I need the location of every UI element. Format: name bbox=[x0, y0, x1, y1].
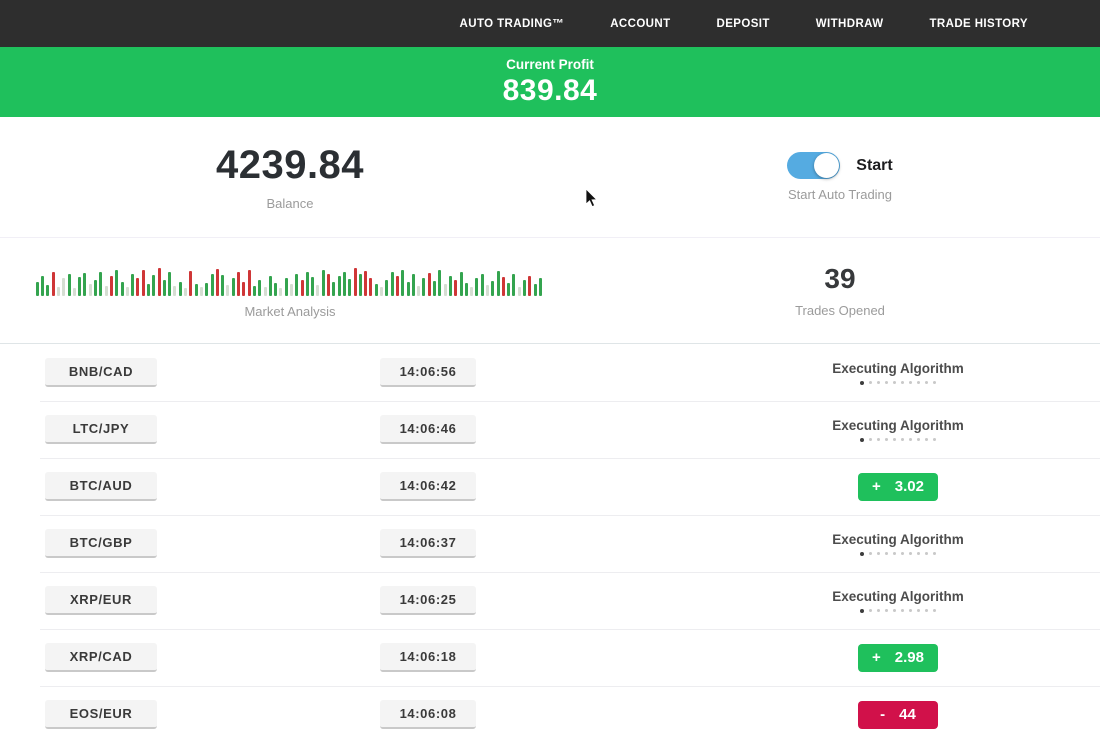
loss-badge: - 44 bbox=[858, 701, 938, 729]
loss-amount: 44 bbox=[899, 706, 916, 723]
table-row: LTC/JPY 14:06:46 Executing Algorithm bbox=[0, 401, 1100, 458]
status-cell: Executing Algorithm bbox=[798, 418, 998, 442]
loading-dots bbox=[858, 381, 939, 385]
executing-label: Executing Algorithm bbox=[832, 532, 964, 547]
trades-opened-label: Trades Opened bbox=[795, 303, 885, 318]
time-chip: 14:06:46 bbox=[380, 415, 476, 444]
loss-sign: - bbox=[880, 706, 885, 723]
profit-sign: + bbox=[872, 478, 881, 495]
top-nav: AUTO TRADING™ ACCOUNT DEPOSIT WITHDRAW T… bbox=[0, 0, 1100, 47]
nav-deposit[interactable]: DEPOSIT bbox=[717, 18, 770, 30]
loading-dots bbox=[858, 552, 939, 556]
current-profit-value: 839.84 bbox=[503, 74, 598, 108]
pair-chip: XRP/CAD bbox=[45, 643, 157, 672]
balance-value: 4239.84 bbox=[216, 143, 364, 188]
time-chip: 14:06:08 bbox=[380, 700, 476, 729]
current-profit-label: Current Profit bbox=[506, 57, 594, 72]
status-cell: Executing Algorithm bbox=[798, 361, 998, 385]
pair-chip: EOS/EUR bbox=[45, 700, 157, 729]
time-chip: 14:06:42 bbox=[380, 472, 476, 501]
table-row: XRP/CAD 14:06:18 + 2.98 bbox=[0, 629, 1100, 686]
status-cell: Executing Algorithm bbox=[798, 589, 998, 613]
profit-badge: + 3.02 bbox=[858, 473, 938, 501]
executing-label: Executing Algorithm bbox=[832, 589, 964, 604]
start-auto-trading-caption: Start Auto Trading bbox=[788, 187, 892, 202]
executing-label: Executing Algorithm bbox=[832, 361, 964, 376]
table-row: XRP/EUR 14:06:25 Executing Algorithm bbox=[0, 572, 1100, 629]
table-row: BTC/GBP 14:06:37 Executing Algorithm bbox=[0, 515, 1100, 572]
pair-chip: BTC/GBP bbox=[45, 529, 157, 558]
nav-account[interactable]: ACCOUNT bbox=[610, 18, 670, 30]
table-row: BTC/AUD 14:06:42 + 3.02 bbox=[0, 458, 1100, 515]
start-toggle-label: Start bbox=[856, 157, 892, 175]
status-cell: + 3.02 bbox=[798, 473, 998, 501]
balance-label: Balance bbox=[267, 196, 314, 211]
trades-opened-block: 39 Trades Opened bbox=[580, 238, 1100, 343]
market-analysis-chart bbox=[36, 262, 545, 296]
auto-trading-toggle-block: Start Start Auto Trading bbox=[580, 117, 1100, 237]
pair-chip: XRP/EUR bbox=[45, 586, 157, 615]
trades-opened-value: 39 bbox=[824, 263, 855, 295]
profit-amount: 2.98 bbox=[895, 649, 924, 666]
pair-chip: BNB/CAD bbox=[45, 358, 157, 387]
stats-row-top: 4239.84 Balance Start Start Auto Trading bbox=[0, 117, 1100, 237]
table-row: BNB/CAD 14:06:56 Executing Algorithm bbox=[0, 344, 1100, 401]
nav-auto-trading[interactable]: AUTO TRADING™ bbox=[460, 18, 565, 30]
auto-trading-page: AUTO TRADING™ ACCOUNT DEPOSIT WITHDRAW T… bbox=[0, 0, 1100, 742]
market-analysis-block: Market Analysis bbox=[0, 238, 580, 343]
executing-label: Executing Algorithm bbox=[832, 418, 964, 433]
table-row: EOS/EUR 14:06:08 - 44 bbox=[0, 686, 1100, 742]
pair-chip: BTC/AUD bbox=[45, 472, 157, 501]
time-chip: 14:06:25 bbox=[380, 586, 476, 615]
toggle-knob bbox=[814, 153, 839, 178]
balance-block: 4239.84 Balance bbox=[0, 117, 580, 237]
trades-table: BNB/CAD 14:06:56 Executing Algorithm LTC… bbox=[0, 343, 1100, 742]
current-profit-banner: Current Profit 839.84 bbox=[0, 47, 1100, 117]
loading-dots bbox=[858, 438, 939, 442]
nav-withdraw[interactable]: WITHDRAW bbox=[816, 18, 884, 30]
status-cell: - 44 bbox=[798, 701, 998, 729]
market-analysis-label: Market Analysis bbox=[244, 304, 335, 319]
start-toggle[interactable] bbox=[787, 152, 840, 179]
profit-badge: + 2.98 bbox=[858, 644, 938, 672]
time-chip: 14:06:37 bbox=[380, 529, 476, 558]
time-chip: 14:06:18 bbox=[380, 643, 476, 672]
loading-dots bbox=[858, 609, 939, 613]
profit-sign: + bbox=[872, 649, 881, 666]
status-cell: Executing Algorithm bbox=[798, 532, 998, 556]
time-chip: 14:06:56 bbox=[380, 358, 476, 387]
nav-trade-history[interactable]: TRADE HISTORY bbox=[930, 18, 1029, 30]
stats-row-bottom: Market Analysis 39 Trades Opened bbox=[0, 237, 1100, 343]
pair-chip: LTC/JPY bbox=[45, 415, 157, 444]
status-cell: + 2.98 bbox=[798, 644, 998, 672]
profit-amount: 3.02 bbox=[895, 478, 924, 495]
